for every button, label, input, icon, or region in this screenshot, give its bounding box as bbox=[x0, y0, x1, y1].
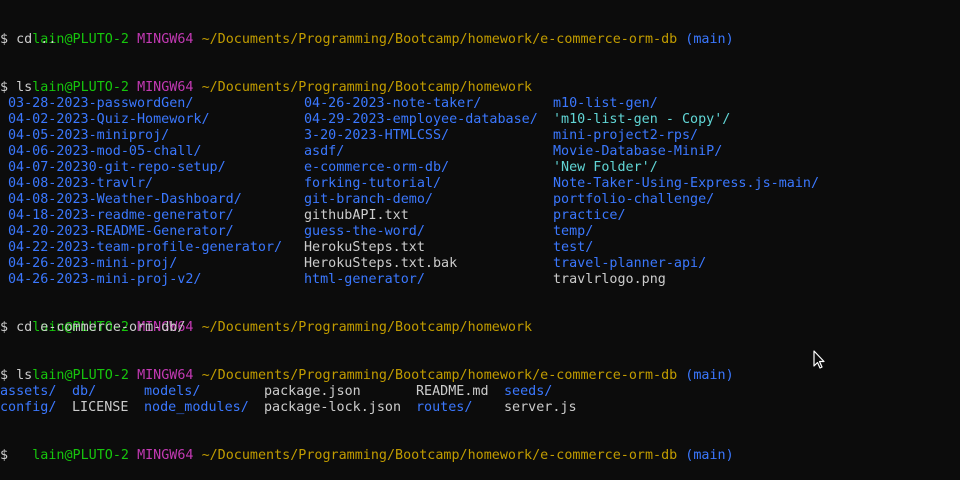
directory-entry: seeds/ bbox=[504, 384, 553, 399]
prompt-system: MINGW64 bbox=[137, 448, 194, 463]
directory-entry: 04-05-2023-miniproj/ bbox=[8, 128, 170, 143]
prompt-system: MINGW64 bbox=[137, 80, 194, 95]
file-entry: HerokuSteps.txt.bak bbox=[304, 256, 458, 271]
command-line: $ ls bbox=[0, 368, 33, 383]
directory-entry: 03-28-2023-passwordGen/ bbox=[8, 96, 194, 111]
file-entry: README.md bbox=[416, 384, 489, 399]
command-line: $ cd .. bbox=[0, 32, 57, 47]
directory-entry: e-commerce-orm-db/ bbox=[304, 160, 450, 175]
file-entry: server.js bbox=[504, 400, 577, 415]
directory-entry: 04-20-2023-README-Generator/ bbox=[8, 224, 234, 239]
directory-entry: guess-the-word/ bbox=[304, 224, 425, 239]
prompt-branch: (main) bbox=[685, 448, 734, 463]
command-line: $ ls bbox=[0, 80, 33, 95]
directory-entry: 'New Folder'/ bbox=[553, 160, 658, 175]
directory-entry: 'm10-list-gen - Copy'/ bbox=[553, 112, 731, 127]
prompt-user: lain@PLUTO-2 bbox=[32, 448, 129, 463]
directory-entry: 04-07-20230-git-repo-setup/ bbox=[8, 160, 226, 175]
directory-entry: 04-08-2023-travlr/ bbox=[8, 176, 154, 191]
prompt-path: ~/Documents/Programming/Bootcamp/homewor… bbox=[201, 32, 678, 47]
terminal-window[interactable]: lain@PLUTO-2 MINGW64 ~/Documents/Program… bbox=[0, 0, 960, 480]
directory-entry: html-generator/ bbox=[304, 272, 425, 287]
directory-entry: Note-Taker-Using-Express.js-main/ bbox=[553, 176, 820, 191]
directory-entry: 04-08-2023-Weather-Dashboard/ bbox=[8, 192, 242, 207]
directory-entry: 04-26-2023-mini-proj/ bbox=[8, 256, 178, 271]
directory-entry: routes/ bbox=[416, 400, 473, 415]
arrow-pointer-icon bbox=[813, 350, 825, 369]
directory-entry: models/ bbox=[144, 384, 201, 399]
command-line: $ cd e-commerce-orm-db/ bbox=[0, 320, 186, 335]
prompt-line: lain@PLUTO-2 MINGW64 ~/Documents/Program… bbox=[0, 16, 733, 47]
directory-entry: git-branch-demo/ bbox=[304, 192, 433, 207]
directory-entry: portfolio-challenge/ bbox=[553, 192, 715, 207]
prompt-line: lain@PLUTO-2 MINGW64 ~/Documents/Program… bbox=[0, 64, 532, 95]
prompt-path: ~/Documents/Programming/Bootcamp/homewor… bbox=[201, 368, 678, 383]
prompt-path: ~/Documents/Programming/Bootcamp/homewor… bbox=[201, 320, 533, 335]
directory-entry: test/ bbox=[553, 240, 594, 255]
file-entry: githubAPI.txt bbox=[304, 208, 409, 223]
directory-entry: practice/ bbox=[553, 208, 626, 223]
directory-entry: 3-20-2023-HTMLCSS/ bbox=[304, 128, 450, 143]
directory-entry: 04-02-2023-Quiz-Homework/ bbox=[8, 112, 210, 127]
prompt-system: MINGW64 bbox=[137, 32, 194, 47]
directory-entry: node_modules/ bbox=[144, 400, 249, 415]
directory-entry: 04-18-2023-readme-generator/ bbox=[8, 208, 234, 223]
directory-entry: db/ bbox=[72, 384, 97, 399]
prompt-path: ~/Documents/Programming/Bootcamp/homewor… bbox=[201, 448, 678, 463]
file-entry: travlrlogo.png bbox=[553, 272, 666, 287]
directory-entry: 04-26-2023-note-taker/ bbox=[304, 96, 482, 111]
directory-entry: 04-06-2023-mod-05-chall/ bbox=[8, 144, 202, 159]
prompt-line: lain@PLUTO-2 MINGW64 ~/Documents/Program… bbox=[0, 304, 532, 335]
directory-entry: 04-29-2023-employee-database/ bbox=[304, 112, 538, 127]
prompt-line: lain@PLUTO-2 MINGW64 ~/Documents/Program… bbox=[0, 432, 733, 463]
directory-entry: mini-project2-rps/ bbox=[553, 128, 699, 143]
prompt-branch: (main) bbox=[685, 32, 734, 47]
directory-entry: temp/ bbox=[553, 224, 594, 239]
prompt-branch: (main) bbox=[685, 368, 734, 383]
directory-entry: forking-tutorial/ bbox=[304, 176, 442, 191]
directory-entry: asdf/ bbox=[304, 144, 345, 159]
directory-entry: 04-22-2023-team-profile-generator/ bbox=[8, 240, 283, 255]
file-entry: HerokuSteps.txt bbox=[304, 240, 425, 255]
directory-entry: 04-26-2023-mini-proj-v2/ bbox=[8, 272, 202, 287]
directory-entry: assets/ bbox=[0, 384, 57, 399]
prompt-user: lain@PLUTO-2 bbox=[32, 368, 129, 383]
directory-entry: Movie-Database-MiniP/ bbox=[553, 144, 723, 159]
directory-entry: travel-planner-api/ bbox=[553, 256, 707, 271]
file-entry: LICENSE bbox=[72, 400, 129, 415]
file-entry: package.json bbox=[264, 384, 361, 399]
prompt-path: ~/Documents/Programming/Bootcamp/homewor… bbox=[201, 80, 533, 95]
directory-entry: config/ bbox=[0, 400, 57, 415]
directory-entry: m10-list-gen/ bbox=[553, 96, 658, 111]
prompt-user: lain@PLUTO-2 bbox=[32, 80, 129, 95]
command-input-line[interactable]: $ bbox=[0, 448, 8, 464]
prompt-line: lain@PLUTO-2 MINGW64 ~/Documents/Program… bbox=[0, 352, 733, 383]
file-entry: package-lock.json bbox=[264, 400, 402, 415]
prompt-system: MINGW64 bbox=[137, 368, 194, 383]
